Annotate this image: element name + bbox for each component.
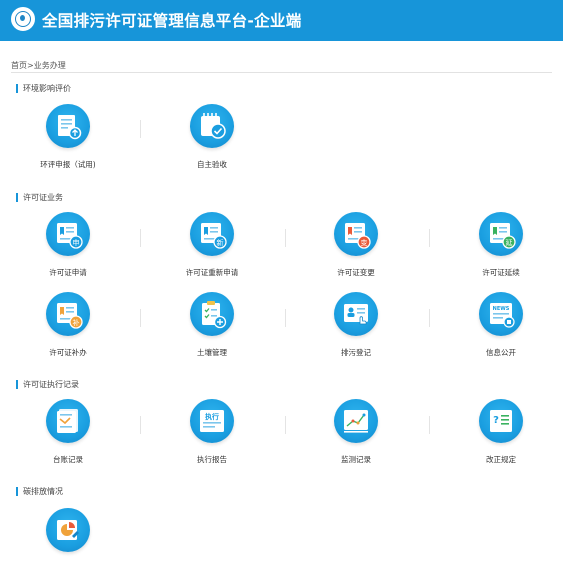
tile-divider — [140, 309, 141, 327]
tile-divider — [429, 309, 430, 327]
tile-permit-renew[interactable]: 延 许可证延续 — [456, 212, 546, 292]
tile-self-acceptance[interactable]: 自主验收 — [167, 104, 257, 184]
tile-info-disclosure[interactable]: NEWS 信息公开 — [456, 292, 546, 372]
app-header: 全国排污许可证管理信息平台-企业端 — [0, 0, 563, 41]
tile-divider — [140, 416, 141, 434]
tile-divider — [429, 416, 430, 434]
tile-label: 土壤管理 — [197, 348, 227, 357]
registration-card-icon — [334, 292, 378, 336]
tile-ledger[interactable]: 台账记录 — [23, 399, 113, 479]
tile-divider — [429, 229, 430, 247]
badge-text: 变 — [361, 238, 368, 247]
tile-label: 台账记录 — [53, 455, 83, 464]
tile-correction-rules[interactable]: ? 改正规定 — [456, 399, 546, 479]
clipboard-add-icon — [190, 292, 234, 336]
tile-label: 执行报告 — [197, 455, 227, 464]
document-upload-icon — [46, 104, 90, 148]
tile-divider — [140, 120, 141, 138]
tile-label: 排污登记 — [341, 348, 371, 357]
certificate-reissue-icon: 补 — [46, 292, 90, 336]
tile-permit-change[interactable]: 变 许可证变更 — [311, 212, 401, 292]
section-title-execution: 许可证执行记录 — [16, 380, 79, 389]
badge-text: 申 — [73, 238, 80, 247]
execution-report-icon: 执行 — [190, 399, 234, 443]
tile-pollution-registration[interactable]: 排污登记 — [311, 292, 401, 372]
tile-label: 许可证申请 — [49, 268, 87, 277]
section-title-carbon: 碳排放情况 — [16, 487, 63, 496]
tile-label: 信息公开 — [486, 348, 516, 357]
section-title-eia: 环境影响评价 — [16, 84, 71, 93]
tile-label: 环评申报（试用) — [40, 160, 96, 169]
ledger-icon — [46, 399, 90, 443]
tile-divider — [285, 416, 286, 434]
badge-text: NEWS — [493, 306, 510, 312]
certificate-apply-icon: 申 — [46, 212, 90, 256]
tile-monitoring-record[interactable]: 监测记录 — [311, 399, 401, 479]
emblem-logo-icon — [11, 7, 35, 31]
svg-text:?: ? — [493, 415, 499, 426]
monitoring-chart-icon — [334, 399, 378, 443]
notebook-check-icon — [190, 104, 234, 148]
badge-text: 新 — [217, 238, 224, 247]
tile-carbon-emission[interactable] — [23, 508, 113, 588]
badge-text: 执行 — [205, 412, 219, 421]
tile-divider — [140, 229, 141, 247]
tile-label: 许可证补办 — [49, 348, 87, 357]
section-title-permit: 许可证业务 — [16, 193, 63, 202]
tile-label: 许可证延续 — [482, 268, 520, 277]
tile-label: 改正规定 — [486, 455, 516, 464]
tile-label: 许可证变更 — [337, 268, 375, 277]
correction-question-icon: ? — [479, 399, 523, 443]
tile-label: 自主验收 — [197, 160, 227, 169]
tile-permit-reapply[interactable]: 新 许可证重新申请 — [167, 212, 257, 292]
tile-label: 许可证重新申请 — [185, 268, 239, 277]
tile-soil-management[interactable]: 土壤管理 — [167, 292, 257, 372]
tile-execution-report[interactable]: 执行 执行报告 — [167, 399, 257, 479]
badge-text: 延 — [506, 238, 513, 247]
breadcrumb-divider — [11, 72, 552, 73]
carbon-emission-icon — [46, 508, 90, 552]
certificate-change-icon: 变 — [334, 212, 378, 256]
badge-text: 补 — [73, 318, 80, 327]
tile-permit-apply[interactable]: 申 许可证申请 — [23, 212, 113, 292]
tile-eia-declare[interactable]: 环评申报（试用) — [23, 104, 113, 184]
breadcrumb[interactable]: 首页>业务办理 — [11, 60, 66, 71]
tile-divider — [285, 229, 286, 247]
app-title: 全国排污许可证管理信息平台-企业端 — [42, 12, 302, 30]
tile-permit-reissue[interactable]: 补 许可证补办 — [23, 292, 113, 372]
certificate-reapply-icon: 新 — [190, 212, 234, 256]
tile-divider — [285, 309, 286, 327]
tile-label: 监测记录 — [341, 455, 371, 464]
certificate-renew-icon: 延 — [479, 212, 523, 256]
news-icon: NEWS — [479, 292, 523, 336]
